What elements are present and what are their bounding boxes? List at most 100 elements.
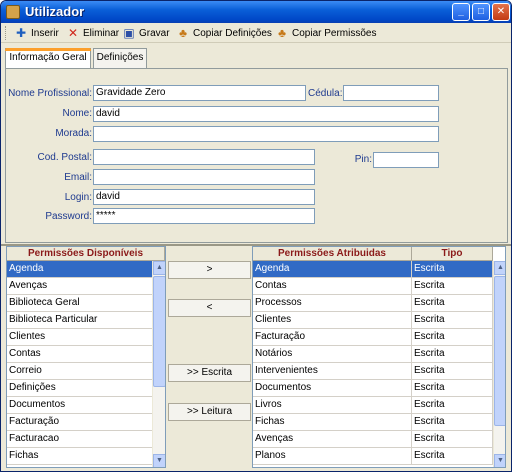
eliminar-label: Eliminar xyxy=(83,27,120,39)
copiar-permissoes-button[interactable]: ♣ Copiar Permissões xyxy=(276,26,376,40)
table-row-type[interactable]: Escrita xyxy=(412,448,493,465)
toolbar-grip xyxy=(5,26,7,40)
cedula-label: Cédula: xyxy=(308,88,343,99)
gravar-label: Gravar xyxy=(139,27,170,39)
list-item[interactable]: Fichas xyxy=(7,448,152,465)
tab-definicoes-label: Definições xyxy=(96,52,144,63)
table-row-name[interactable]: Clientes xyxy=(253,312,412,329)
scroll-up-button[interactable]: ▲ xyxy=(494,261,505,275)
informacao-geral-panel: Nome Profissional: Gravidade Zero Cédula… xyxy=(5,68,508,243)
delete-icon: ✕ xyxy=(67,26,79,40)
nome-field[interactable]: david xyxy=(93,106,439,122)
table-row-name[interactable]: Notários xyxy=(253,346,412,363)
list-item[interactable]: Documentos xyxy=(7,397,152,414)
list-item[interactable]: Biblioteca Particular xyxy=(7,312,152,329)
copiar-permissoes-label: Copiar Permissões xyxy=(292,27,377,39)
morada-field[interactable] xyxy=(93,126,439,142)
nome-profissional-label: Nome Profissional: xyxy=(8,88,92,99)
table-row-name[interactable]: Facturação xyxy=(253,329,412,346)
list-item[interactable]: Agenda xyxy=(7,261,152,278)
table-row-name[interactable]: Livros xyxy=(253,397,412,414)
title-bar[interactable]: Utilizador _ □ ✕ xyxy=(1,1,511,23)
assigned-permissions-grid: Permissões Atribuidas Tipo Agenda Escrit… xyxy=(252,246,506,468)
table-row-name[interactable]: Contas xyxy=(253,278,412,295)
remove-permission-button[interactable]: < xyxy=(168,299,251,317)
tab-informacao-geral-label: Informação Geral xyxy=(9,52,87,63)
table-row-type[interactable]: Escrita xyxy=(412,312,493,329)
copy-users-icon: ♣ xyxy=(179,26,187,40)
inserir-label: Inserir xyxy=(31,27,59,39)
table-row-type[interactable]: Escrita xyxy=(412,363,493,380)
table-row-name[interactable]: Agenda xyxy=(253,261,412,278)
available-scrollbar[interactable]: ▲ ▼ xyxy=(152,261,165,467)
list-item[interactable]: Clientes xyxy=(7,329,152,346)
list-item[interactable]: Facturacao xyxy=(7,431,152,448)
table-row-type[interactable]: Escrita xyxy=(412,397,493,414)
password-label: Password: xyxy=(45,211,92,222)
copiar-definicoes-label: Copiar Definições xyxy=(193,27,272,39)
cod-postal-field[interactable] xyxy=(93,149,315,165)
add-read-button[interactable]: >> Leitura xyxy=(168,403,251,421)
pin-field[interactable] xyxy=(373,152,439,168)
cod-postal-label: Cod. Postal: xyxy=(37,152,92,163)
minimize-button[interactable]: _ xyxy=(452,3,470,21)
table-row-name[interactable]: Planos xyxy=(253,448,412,465)
window-title: Utilizador xyxy=(25,4,85,19)
table-row-name[interactable]: Intervenientes xyxy=(253,363,412,380)
close-button[interactable]: ✕ xyxy=(492,3,510,21)
available-permissions-header: Permissões Disponíveis xyxy=(7,247,165,261)
email-label: Email: xyxy=(64,172,92,183)
scroll-down-button[interactable]: ▼ xyxy=(494,454,505,467)
password-field[interactable]: ***** xyxy=(93,208,315,224)
copy-users-icon: ♣ xyxy=(278,26,286,40)
nome-label: Nome: xyxy=(62,108,92,119)
cedula-field[interactable] xyxy=(343,85,439,101)
inserir-button[interactable]: ✚ Inserir xyxy=(15,26,59,40)
maximize-button[interactable]: □ xyxy=(472,3,490,21)
table-row-type[interactable]: Escrita xyxy=(412,414,493,431)
assigned-name-header: Permissões Atribuidas xyxy=(253,247,412,261)
available-permissions-list: Permissões Disponíveis Agenda Avenças Bi… xyxy=(6,246,166,468)
eliminar-button[interactable]: ✕ Eliminar xyxy=(67,26,119,40)
scroll-thumb[interactable] xyxy=(153,276,165,387)
save-disk-icon: ▣ xyxy=(123,26,135,40)
list-item[interactable]: Correio xyxy=(7,363,152,380)
list-item[interactable]: Facturação xyxy=(7,414,152,431)
list-item[interactable]: Definições xyxy=(7,380,152,397)
table-row-name[interactable]: Fichas xyxy=(253,414,412,431)
nome-profissional-field[interactable]: Gravidade Zero xyxy=(93,85,306,101)
assigned-scrollbar[interactable]: ▲ ▼ xyxy=(493,261,505,467)
add-write-button[interactable]: >> Escrita xyxy=(168,364,251,382)
morada-label: Morada: xyxy=(55,128,92,139)
table-row-name[interactable]: Avenças xyxy=(253,431,412,448)
utilizador-window: Utilizador _ □ ✕ ✚ Inserir ✕ Eliminar ▣ … xyxy=(0,0,512,472)
copiar-definicoes-button[interactable]: ♣ Copiar Definições xyxy=(177,26,272,40)
assigned-type-header: Tipo xyxy=(412,247,493,261)
list-item[interactable]: Biblioteca Geral xyxy=(7,295,152,312)
gravar-button[interactable]: ▣ Gravar xyxy=(123,26,170,40)
login-field[interactable]: david xyxy=(93,189,315,205)
scroll-thumb[interactable] xyxy=(494,276,505,426)
tab-informacao-geral[interactable]: Informação Geral xyxy=(5,48,91,69)
table-row-type[interactable]: Escrita xyxy=(412,278,493,295)
table-row-name[interactable]: Documentos xyxy=(253,380,412,397)
login-label: Login: xyxy=(64,192,92,203)
table-row-type[interactable]: Escrita xyxy=(412,431,493,448)
pin-label: Pin: xyxy=(354,154,372,165)
table-row-type[interactable]: Escrita xyxy=(412,329,493,346)
toolbar: ✚ Inserir ✕ Eliminar ▣ Gravar ♣ Copiar D… xyxy=(1,23,511,43)
table-row-type[interactable]: Escrita xyxy=(412,380,493,397)
add-permission-button[interactable]: > xyxy=(168,261,251,279)
plus-icon: ✚ xyxy=(15,26,27,40)
tab-definicoes[interactable]: Definições xyxy=(93,48,147,68)
table-row-name[interactable]: Processos xyxy=(253,295,412,312)
list-item[interactable]: Avenças xyxy=(7,278,152,295)
table-row-type[interactable]: Escrita xyxy=(412,295,493,312)
table-row-type[interactable]: Escrita xyxy=(412,261,493,278)
scroll-up-button[interactable]: ▲ xyxy=(153,261,165,275)
table-row-type[interactable]: Escrita xyxy=(412,346,493,363)
app-icon xyxy=(6,5,20,19)
list-item[interactable]: Contas xyxy=(7,346,152,363)
scroll-down-button[interactable]: ▼ xyxy=(153,454,165,467)
email-field[interactable] xyxy=(93,169,315,185)
